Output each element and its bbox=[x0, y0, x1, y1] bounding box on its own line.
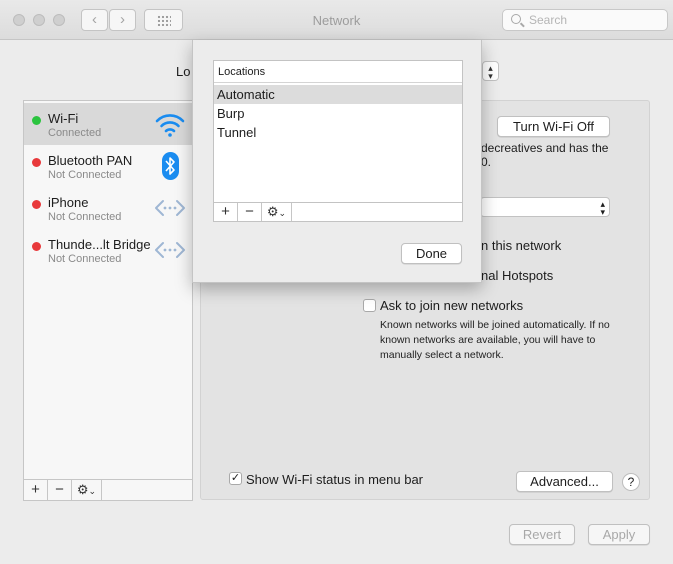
gear-icon: ⚙ bbox=[76, 482, 89, 497]
location-actions-button[interactable]: ⚙⌄ bbox=[262, 203, 292, 221]
dots-arrows-icon bbox=[155, 242, 185, 258]
dots-arrows-icon bbox=[155, 200, 185, 216]
title-bar: ‹ › Network bbox=[0, 0, 673, 40]
status-dot bbox=[32, 158, 41, 167]
location-label: Lo bbox=[176, 64, 191, 79]
network-name-popup[interactable]: ▴ ▾ bbox=[480, 197, 610, 217]
location-popup-chevron[interactable]: ▴ ▾ bbox=[482, 61, 499, 81]
show-status-label: Show Wi-Fi status in menu bar bbox=[246, 472, 424, 487]
location-item[interactable]: Automatic bbox=[214, 85, 462, 104]
search-icon bbox=[511, 14, 521, 24]
done-button[interactable]: Done bbox=[401, 243, 462, 264]
service-name: Wi-Fi bbox=[48, 111, 79, 126]
status-dot bbox=[32, 116, 41, 125]
service-name: iPhone bbox=[48, 195, 89, 210]
service-item-wifi[interactable]: Wi-Fi Connected bbox=[24, 103, 192, 145]
ask-to-join-label: Ask to join new networks bbox=[380, 298, 524, 313]
gear-icon: ⚙ bbox=[266, 204, 279, 219]
search-input[interactable] bbox=[527, 12, 662, 28]
wifi-icon bbox=[155, 114, 185, 137]
status-dot bbox=[32, 242, 41, 251]
service-status: Connected bbox=[48, 127, 102, 139]
service-name: Thunde...lt Bridge bbox=[48, 237, 151, 252]
chevron-down-icon: ⌄ bbox=[278, 208, 287, 218]
chevron-updown-icon: ▴ ▾ bbox=[600, 199, 605, 217]
service-actions-button[interactable]: ⚙⌄ bbox=[72, 480, 102, 500]
remove-service-button[interactable]: − bbox=[48, 480, 72, 500]
service-status: Not Connected bbox=[48, 211, 122, 223]
status-text-partial: decreatives and has the bbox=[481, 141, 609, 155]
service-item-bluetooth-pan[interactable]: Bluetooth PAN Not Connected bbox=[24, 145, 192, 187]
revert-button[interactable]: Revert bbox=[509, 524, 575, 545]
service-name: Bluetooth PAN bbox=[48, 153, 133, 168]
advanced-button[interactable]: Advanced... bbox=[516, 471, 613, 492]
show-status-checkbox[interactable]: ✓ bbox=[229, 472, 242, 485]
service-status: Not Connected bbox=[48, 253, 122, 265]
bluetooth-icon bbox=[162, 152, 179, 180]
locations-sheet: Locations Automatic Burp Tunnel + − ⚙⌄ D… bbox=[192, 40, 482, 283]
status-text-partial-2: 0. bbox=[481, 155, 492, 169]
add-location-button[interactable]: + bbox=[214, 203, 238, 221]
location-item[interactable]: Burp bbox=[214, 104, 462, 123]
locations-list: Locations Automatic Burp Tunnel bbox=[213, 60, 463, 221]
service-item-thunderbolt-bridge[interactable]: Thunde...lt Bridge Not Connected bbox=[24, 229, 192, 271]
apply-button[interactable]: Apply bbox=[588, 524, 650, 545]
ask-to-join-checkbox[interactable] bbox=[363, 299, 376, 312]
service-item-iphone[interactable]: iPhone Not Connected bbox=[24, 187, 192, 229]
option-hotspots-partial: nal Hotspots bbox=[481, 268, 554, 283]
location-item[interactable]: Tunnel bbox=[214, 123, 462, 142]
remove-location-button[interactable]: − bbox=[238, 203, 262, 221]
turn-wifi-off-button[interactable]: Turn Wi-Fi Off bbox=[497, 116, 610, 137]
chevron-down-icon: ⌄ bbox=[88, 486, 97, 496]
add-service-button[interactable]: + bbox=[24, 480, 48, 500]
ask-to-join-note: Known networks will be joined automatica… bbox=[380, 319, 610, 361]
service-toolbar: + − ⚙⌄ bbox=[24, 479, 192, 500]
service-list: Wi-Fi Connected Bluetooth PAN Not Connec… bbox=[23, 100, 193, 501]
search-field[interactable] bbox=[502, 9, 668, 31]
help-button[interactable]: ? bbox=[622, 473, 640, 491]
locations-toolbar: + − ⚙⌄ bbox=[213, 202, 463, 222]
status-dot bbox=[32, 200, 41, 209]
locations-column-header: Locations bbox=[214, 61, 462, 83]
service-status: Not Connected bbox=[48, 169, 122, 181]
option-join-partial: n this network bbox=[481, 238, 562, 253]
